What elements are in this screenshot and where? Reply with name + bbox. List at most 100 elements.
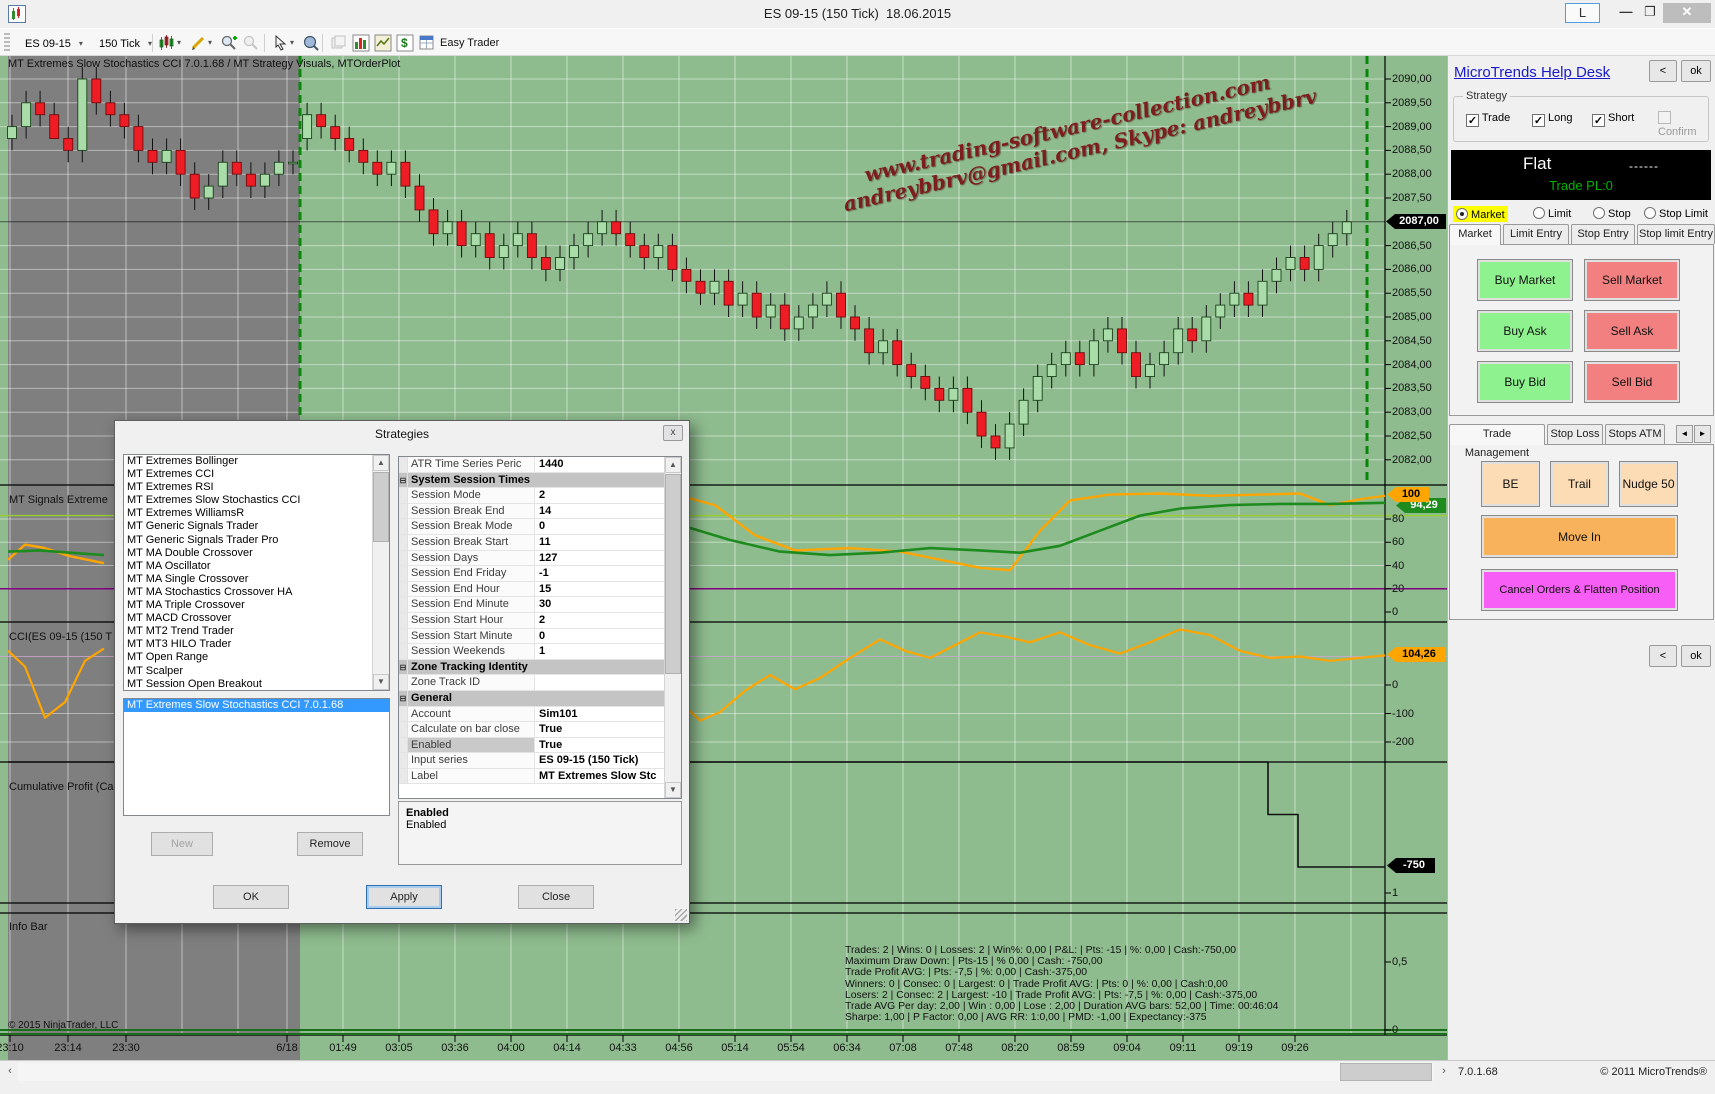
grid-scrollbar[interactable]: ▲▼ bbox=[664, 457, 681, 798]
horizontal-scrollbar[interactable] bbox=[18, 1063, 1434, 1081]
link-button[interactable]: L bbox=[1565, 3, 1600, 23]
collapse-icon[interactable]: ⊟ bbox=[399, 660, 408, 675]
property-row[interactable]: Session Break Mode0 bbox=[399, 519, 681, 535]
strategy-list-item[interactable]: MT MACD Crossover bbox=[124, 612, 389, 625]
property-value[interactable]: -1 bbox=[535, 566, 681, 581]
radio-icon[interactable] bbox=[1593, 207, 1605, 219]
strategy-list-item[interactable]: MT MA Triple Crossover bbox=[124, 599, 389, 612]
buy-market-button[interactable]: Buy Market bbox=[1477, 259, 1573, 301]
property-row[interactable]: Session Start Hour2 bbox=[399, 613, 681, 629]
checkbox-short[interactable]: ✓ Short bbox=[1592, 111, 1634, 125]
chart-style-dropdown-arrow[interactable]: ▾ bbox=[177, 33, 181, 53]
instrument-selector[interactable]: ES 09-15 bbox=[18, 33, 86, 53]
property-value[interactable]: 1 bbox=[535, 644, 681, 659]
tab-scroll-left-icon[interactable]: ◄ bbox=[1676, 425, 1693, 443]
help-desk-link[interactable]: MicroTrends Help Desk bbox=[1454, 64, 1610, 81]
property-value[interactable]: 2 bbox=[535, 488, 681, 503]
strategy-list-item[interactable]: MT Generic Signals Trader Pro bbox=[124, 534, 389, 547]
scroll-up-icon[interactable]: ▲ bbox=[373, 455, 389, 471]
tab-market[interactable]: Market bbox=[1449, 224, 1501, 245]
property-value[interactable]: 11 bbox=[535, 535, 681, 550]
property-value[interactable]: 0 bbox=[535, 519, 681, 534]
strategy-list-item[interactable]: MT Generic Signals Trader bbox=[124, 520, 389, 533]
cursor-icon[interactable] bbox=[272, 34, 290, 52]
property-row[interactable]: ATR Time Series Peric1440 bbox=[399, 457, 681, 473]
close-button[interactable]: ✕ bbox=[1663, 3, 1711, 23]
property-group-row[interactable]: ⊟General bbox=[399, 691, 681, 707]
radio-icon[interactable] bbox=[1533, 207, 1545, 219]
strategy-list-item[interactable]: MT Session Open Breakout bbox=[124, 678, 389, 691]
trail-button[interactable]: Trail bbox=[1550, 461, 1609, 507]
snapshot-icon[interactable] bbox=[330, 34, 348, 52]
order-type-limit[interactable]: Limit bbox=[1533, 206, 1571, 222]
resize-grip[interactable] bbox=[675, 909, 687, 921]
collapse-icon[interactable]: ⊟ bbox=[399, 691, 408, 706]
property-row[interactable]: Zone Track ID bbox=[399, 675, 681, 691]
title-bar[interactable]: ES 09-15 (150 Tick) 18.06.2015 L — ❐ ✕ bbox=[0, 0, 1715, 28]
nudge-50-button[interactable]: Nudge 50 bbox=[1619, 461, 1678, 507]
strategy-list-item[interactable]: MT Scalper bbox=[124, 665, 389, 678]
tab-limit-entry[interactable]: Limit Entry bbox=[1503, 224, 1569, 244]
checkbox-icon[interactable]: ✓ bbox=[1532, 114, 1545, 127]
zoom-out-icon[interactable] bbox=[242, 34, 260, 52]
list-scrollbar[interactable]: ▲▼ bbox=[372, 455, 389, 690]
property-value[interactable]: ES 09-15 (150 Tick) bbox=[535, 753, 681, 768]
sell-ask-button[interactable]: Sell Ask bbox=[1584, 310, 1680, 352]
checkbox-icon[interactable]: ✓ bbox=[1592, 114, 1605, 127]
panel-back-button[interactable]: < bbox=[1649, 60, 1677, 82]
dollar-icon[interactable]: $ bbox=[396, 34, 414, 52]
property-row[interactable]: Session End Friday-1 bbox=[399, 566, 681, 582]
drawing-tools-dropdown-arrow[interactable]: ▾ bbox=[208, 33, 212, 53]
property-row[interactable]: Session Weekends1 bbox=[399, 644, 681, 660]
order-type-stop[interactable]: Stop bbox=[1593, 206, 1631, 222]
scroll-down-icon[interactable]: ▼ bbox=[665, 782, 681, 798]
property-value[interactable]: 14 bbox=[535, 504, 681, 519]
tab-trade-management[interactable]: Trade Management bbox=[1449, 424, 1545, 445]
strategy-list-item[interactable]: MT Extremes CCI bbox=[124, 468, 389, 481]
scroll-left-icon[interactable]: ‹ bbox=[2, 1063, 18, 1081]
property-value[interactable]: Sim101 bbox=[535, 707, 681, 722]
property-row[interactable]: Session End Hour15 bbox=[399, 582, 681, 598]
strategy-list-item[interactable]: MT Open Range bbox=[124, 651, 389, 664]
tab-stop-limit-entry[interactable]: Stop limit Entry bbox=[1637, 224, 1715, 244]
account-grid-icon[interactable] bbox=[418, 34, 436, 52]
apply-button[interactable]: Apply bbox=[366, 885, 442, 909]
cursor-dropdown-arrow[interactable]: ▾ bbox=[290, 33, 294, 53]
strategy-list-item[interactable]: MT MA Double Crossover bbox=[124, 547, 389, 560]
buy-ask-button[interactable]: Buy Ask bbox=[1477, 310, 1573, 352]
candlestick-style-icon[interactable] bbox=[158, 34, 176, 52]
checkbox-icon[interactable] bbox=[1658, 111, 1671, 124]
property-value[interactable]: 0 bbox=[535, 629, 681, 644]
property-row[interactable]: Input seriesES 09-15 (150 Tick) bbox=[399, 753, 681, 769]
available-strategies-list[interactable]: MT Extremes BollingerMT Extremes CCI MT E… bbox=[123, 454, 390, 691]
collapse-icon[interactable]: ⊟ bbox=[399, 473, 408, 488]
property-value[interactable]: 1440 bbox=[535, 457, 681, 472]
property-value[interactable] bbox=[535, 675, 681, 690]
property-row[interactable]: Session Start Minute0 bbox=[399, 629, 681, 645]
tab-scroll-right-icon[interactable]: ► bbox=[1694, 425, 1711, 443]
property-value[interactable]: True bbox=[535, 738, 681, 753]
strategy-list-item[interactable]: MT MT3 HILO Trader bbox=[124, 638, 389, 651]
tab-stop-loss[interactable]: Stop Loss bbox=[1547, 424, 1603, 444]
strategy-performance-icon[interactable] bbox=[374, 34, 392, 52]
be-button[interactable]: BE bbox=[1481, 461, 1540, 507]
property-value[interactable]: True bbox=[535, 722, 681, 737]
panel-ok-button-2[interactable]: ok bbox=[1681, 645, 1711, 667]
close-dialog-button[interactable]: Close bbox=[518, 885, 594, 909]
property-row[interactable]: Session Mode2 bbox=[399, 488, 681, 504]
drawing-tools-icon[interactable] bbox=[190, 34, 208, 52]
configured-strategies-list[interactable]: MT Extremes Slow Stochastics CCI 7.0.1.6… bbox=[123, 698, 390, 816]
order-type-stop-limit[interactable]: Stop Limit bbox=[1644, 206, 1708, 222]
property-row[interactable]: Calculate on bar closeTrue bbox=[399, 722, 681, 738]
checkbox-long[interactable]: ✓ Long bbox=[1532, 111, 1573, 125]
data-box-icon[interactable] bbox=[302, 34, 320, 52]
tab-stop-entry[interactable]: Stop Entry bbox=[1571, 224, 1635, 244]
dialog-close-icon[interactable]: x bbox=[663, 425, 683, 441]
scrollbar-thumb[interactable] bbox=[373, 472, 389, 542]
strategy-list-item[interactable]: MT Extremes Bollinger bbox=[124, 455, 389, 468]
scroll-down-icon[interactable]: ▼ bbox=[373, 674, 389, 690]
strategy-property-grid[interactable]: ATR Time Series Peric1440⊟System Session… bbox=[398, 456, 682, 799]
remove-button[interactable]: Remove bbox=[297, 832, 363, 856]
strategy-list-item[interactable]: MT Extremes WilliamsR bbox=[124, 507, 389, 520]
property-row[interactable]: EnabledTrue bbox=[399, 738, 681, 754]
